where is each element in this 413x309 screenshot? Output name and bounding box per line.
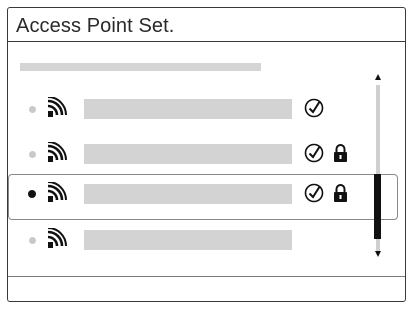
check-circle-icon bbox=[304, 143, 324, 163]
wifi-signal-icon bbox=[47, 228, 67, 248]
section-header-placeholder bbox=[20, 63, 261, 71]
scrollbar-thumb[interactable] bbox=[374, 174, 381, 239]
access-point-name-placeholder bbox=[84, 230, 292, 250]
access-point-item[interactable] bbox=[8, 137, 405, 177]
check-circle-icon bbox=[304, 183, 324, 203]
selection-dot bbox=[29, 151, 36, 158]
screen-title: Access Point Set. bbox=[16, 15, 175, 37]
access-point-item-selected[interactable] bbox=[8, 177, 405, 217]
access-point-name-placeholder bbox=[84, 144, 292, 164]
selection-dot bbox=[29, 106, 36, 113]
access-point-item[interactable] bbox=[8, 223, 405, 263]
access-point-item[interactable] bbox=[8, 92, 405, 132]
wifi-signal-icon bbox=[47, 97, 67, 117]
lock-icon bbox=[334, 184, 347, 202]
lock-icon bbox=[334, 144, 347, 162]
title-bar: Access Point Set. bbox=[8, 8, 405, 42]
scroll-down-arrow-icon[interactable] bbox=[375, 251, 381, 257]
scroll-up-arrow-icon[interactable] bbox=[375, 74, 381, 80]
selection-dot bbox=[29, 237, 36, 244]
access-point-name-placeholder bbox=[84, 184, 292, 204]
selection-dot-active bbox=[28, 190, 36, 198]
wifi-signal-icon bbox=[47, 142, 67, 162]
access-point-settings-screen: Access Point Set. bbox=[7, 7, 406, 302]
check-circle-icon bbox=[304, 98, 324, 118]
footer-divider bbox=[8, 276, 405, 277]
wifi-signal-icon bbox=[47, 182, 67, 202]
access-point-name-placeholder bbox=[84, 99, 292, 119]
